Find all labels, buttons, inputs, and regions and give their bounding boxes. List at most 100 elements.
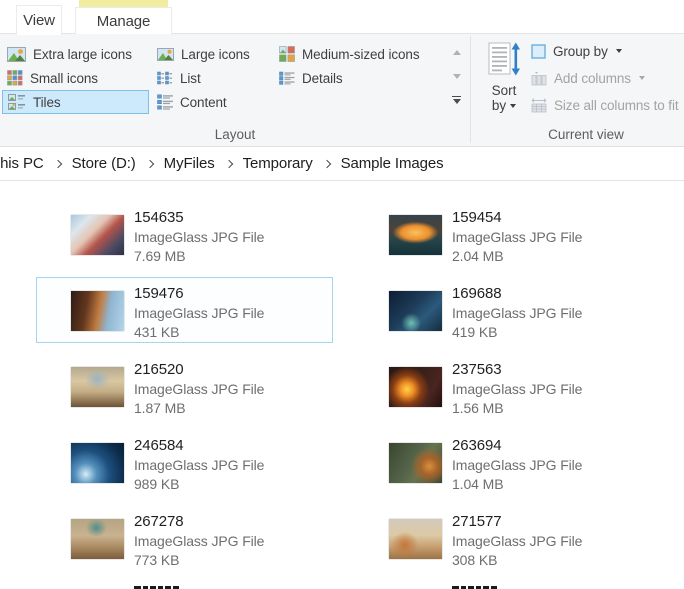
- view-option-label: Small icons: [30, 70, 98, 86]
- breadcrumb-item[interactable]: MyFiles: [153, 155, 226, 172]
- file-name: 154635: [134, 209, 184, 226]
- file-type: ImageGlass JPG File: [452, 304, 583, 321]
- up-arrow-icon: [452, 49, 461, 55]
- group-by-button[interactable]: Group by: [531, 40, 681, 62]
- size-all-columns-icon: [531, 97, 547, 113]
- view-option-label: Tiles: [33, 94, 61, 110]
- view-option-label: List: [180, 70, 201, 86]
- dropdown-arrow-icon: [615, 49, 622, 53]
- down-arrow-icon: [452, 73, 461, 79]
- address-bar[interactable]: This PC Store (D:) MyFiles Temporary Sample …: [0, 147, 684, 181]
- view-option-list[interactable]: List: [152, 66, 272, 90]
- file-thumbnail: [389, 519, 442, 559]
- layout-gallery-scroll: [447, 40, 466, 112]
- breadcrumb-item[interactable]: Sample Images: [330, 155, 455, 172]
- file-name: 159476: [134, 285, 184, 302]
- ribbon-tab-bar: View Manage: [0, 0, 684, 35]
- file-thumbnail: [389, 443, 442, 483]
- file-size: 773 KB: [134, 552, 180, 568]
- file-thumbnail: [71, 443, 124, 483]
- file-tile[interactable]: 267278 ImageGlass JPG File 773 KB: [36, 505, 333, 571]
- file-tile[interactable]: 246584 ImageGlass JPG File 989 KB: [36, 429, 333, 495]
- file-tile[interactable]: 263694 ImageGlass JPG File 1.04 MB: [354, 429, 651, 495]
- file-thumbnail: [71, 215, 124, 255]
- ribbon-group-separator: [470, 36, 471, 143]
- file-size: 1.04 MB: [452, 476, 504, 492]
- view-option-label: Content: [180, 94, 227, 110]
- dropdown-arrow-icon: [638, 76, 645, 80]
- file-tile[interactable]: 159476 ImageGlass JPG File 431 KB: [36, 277, 333, 343]
- file-type: ImageGlass JPG File: [134, 380, 265, 397]
- file-size: 7.69 MB: [134, 248, 186, 264]
- file-thumbnail: [389, 215, 442, 255]
- view-option-large-icons[interactable]: Large icons: [152, 42, 272, 66]
- file-size: 431 KB: [134, 324, 180, 340]
- sort-by-label-line2: by: [491, 98, 507, 113]
- tab-view[interactable]: View: [16, 5, 62, 35]
- view-option-tiles[interactable]: Tiles: [2, 90, 149, 114]
- file-list-area[interactable]: 154635 ImageGlass JPG File 7.69 MB 15945…: [0, 181, 684, 589]
- size-all-columns-label: Size all columns to fit: [554, 97, 679, 113]
- file-tile-partial[interactable]: [36, 581, 333, 589]
- contextual-tab-accent: [79, 0, 168, 7]
- view-option-small-icons[interactable]: Small icons: [2, 66, 149, 90]
- small-icons-icon: [7, 70, 23, 86]
- file-type: ImageGlass JPG File: [134, 456, 265, 473]
- view-option-extra-large-icons[interactable]: Extra large icons: [2, 42, 149, 66]
- file-name: 263694: [452, 437, 502, 454]
- file-tile-partial[interactable]: [354, 581, 651, 589]
- file-tile[interactable]: 271577 ImageGlass JPG File 308 KB: [354, 505, 651, 571]
- size-all-columns-button[interactable]: Size all columns to fit: [531, 94, 681, 116]
- file-size: 419 KB: [452, 324, 498, 340]
- file-name: 169688: [452, 285, 502, 302]
- breadcrumb-item[interactable]: This PC: [0, 155, 55, 172]
- file-size: 1.56 MB: [452, 400, 504, 416]
- file-name: 216520: [134, 361, 184, 378]
- group-by-icon: [531, 43, 546, 59]
- gallery-scroll-up-button[interactable]: [447, 40, 466, 64]
- file-tile[interactable]: 216520 ImageGlass JPG File 1.87 MB: [36, 353, 333, 419]
- file-name: 237563: [452, 361, 502, 378]
- gallery-more-button[interactable]: [447, 88, 466, 112]
- file-type: ImageGlass JPG File: [134, 228, 265, 245]
- medium-sized-icons-icon: [279, 46, 295, 62]
- breadcrumb-item[interactable]: Temporary: [232, 155, 324, 172]
- file-tile[interactable]: 159454 ImageGlass JPG File 2.04 MB: [354, 201, 651, 267]
- breadcrumb-item[interactable]: Store (D:): [61, 155, 147, 172]
- file-tile[interactable]: 154635 ImageGlass JPG File 7.69 MB: [36, 201, 333, 267]
- view-option-label: Medium-sized icons: [302, 46, 420, 62]
- add-columns-button[interactable]: Add columns: [531, 67, 681, 89]
- file-name: 246584: [134, 437, 184, 454]
- file-type: ImageGlass JPG File: [452, 532, 583, 549]
- file-size: 2.04 MB: [452, 248, 504, 264]
- current-view-group-label: Current view: [548, 126, 624, 142]
- tiles-icon: [8, 94, 26, 110]
- file-type: ImageGlass JPG File: [452, 228, 583, 245]
- details-icon: [279, 71, 295, 85]
- breadcrumb: This PC Store (D:) MyFiles Temporary Sample …: [0, 155, 455, 172]
- file-type: ImageGlass JPG File: [134, 304, 265, 321]
- file-size: 989 KB: [134, 476, 180, 492]
- file-thumbnail: [71, 519, 124, 559]
- sort-by-label-line1: Sort: [491, 83, 517, 98]
- extra-large-icons-icon: [7, 46, 26, 62]
- view-option-content[interactable]: Content: [152, 90, 272, 114]
- content-icon: [157, 94, 173, 110]
- sort-by-icon: [488, 42, 520, 76]
- file-thumbnail: [389, 367, 442, 407]
- dropdown-arrow-icon: [510, 103, 517, 108]
- file-type: ImageGlass JPG File: [452, 380, 583, 397]
- file-tile[interactable]: 169688 ImageGlass JPG File 419 KB: [354, 277, 651, 343]
- file-size: 308 KB: [452, 552, 498, 568]
- file-grid: 154635 ImageGlass JPG File 7.69 MB 15945…: [36, 201, 651, 589]
- view-option-details[interactable]: Details: [274, 66, 446, 90]
- group-by-label: Group by: [553, 43, 608, 59]
- file-tile[interactable]: 237563 ImageGlass JPG File 1.56 MB: [354, 353, 651, 419]
- file-name: 271577: [452, 513, 502, 530]
- tab-manage[interactable]: Manage: [75, 7, 172, 34]
- file-name: 159454: [452, 209, 502, 226]
- file-thumbnail: [71, 367, 124, 407]
- gallery-scroll-down-button[interactable]: [447, 64, 466, 88]
- view-option-medium-sized-icons[interactable]: Medium-sized icons: [274, 42, 446, 66]
- large-icons-icon: [157, 47, 174, 61]
